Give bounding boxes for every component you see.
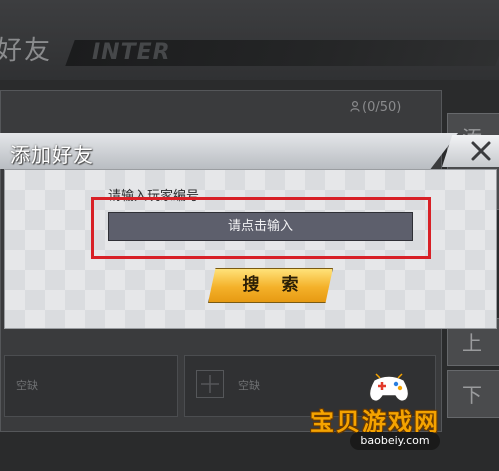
add-slot-icon <box>196 370 224 398</box>
dialog-title: 添加好友 <box>10 143 94 167</box>
background-banner-text: INTER <box>92 40 171 65</box>
player-id-input[interactable]: 请点击输入 <box>108 212 413 241</box>
add-friend-dialog: 添加好友 请输入玩家编号 请点击输入 搜 索 <box>0 133 499 333</box>
dialog-body <box>4 169 497 329</box>
friend-count-text: (0/50) <box>362 100 402 115</box>
friend-count: (0/50) <box>350 100 401 115</box>
dialog-titlebar: 添加好友 <box>0 133 458 169</box>
watermark-url: baobeiy.com <box>350 432 440 450</box>
gamepad-logo-icon <box>368 373 410 403</box>
empty-slot-label: 空缺 <box>238 379 260 392</box>
watermark: 宝贝游戏网 baobeiy.com <box>300 370 485 468</box>
empty-slot-label: 空缺 <box>16 379 38 392</box>
player-id-label: 请输入玩家编号 <box>108 189 200 204</box>
search-button[interactable]: 搜 索 <box>208 268 333 303</box>
close-icon <box>471 141 491 161</box>
background-screen-title: 好友 <box>0 36 53 66</box>
person-icon <box>350 101 360 112</box>
